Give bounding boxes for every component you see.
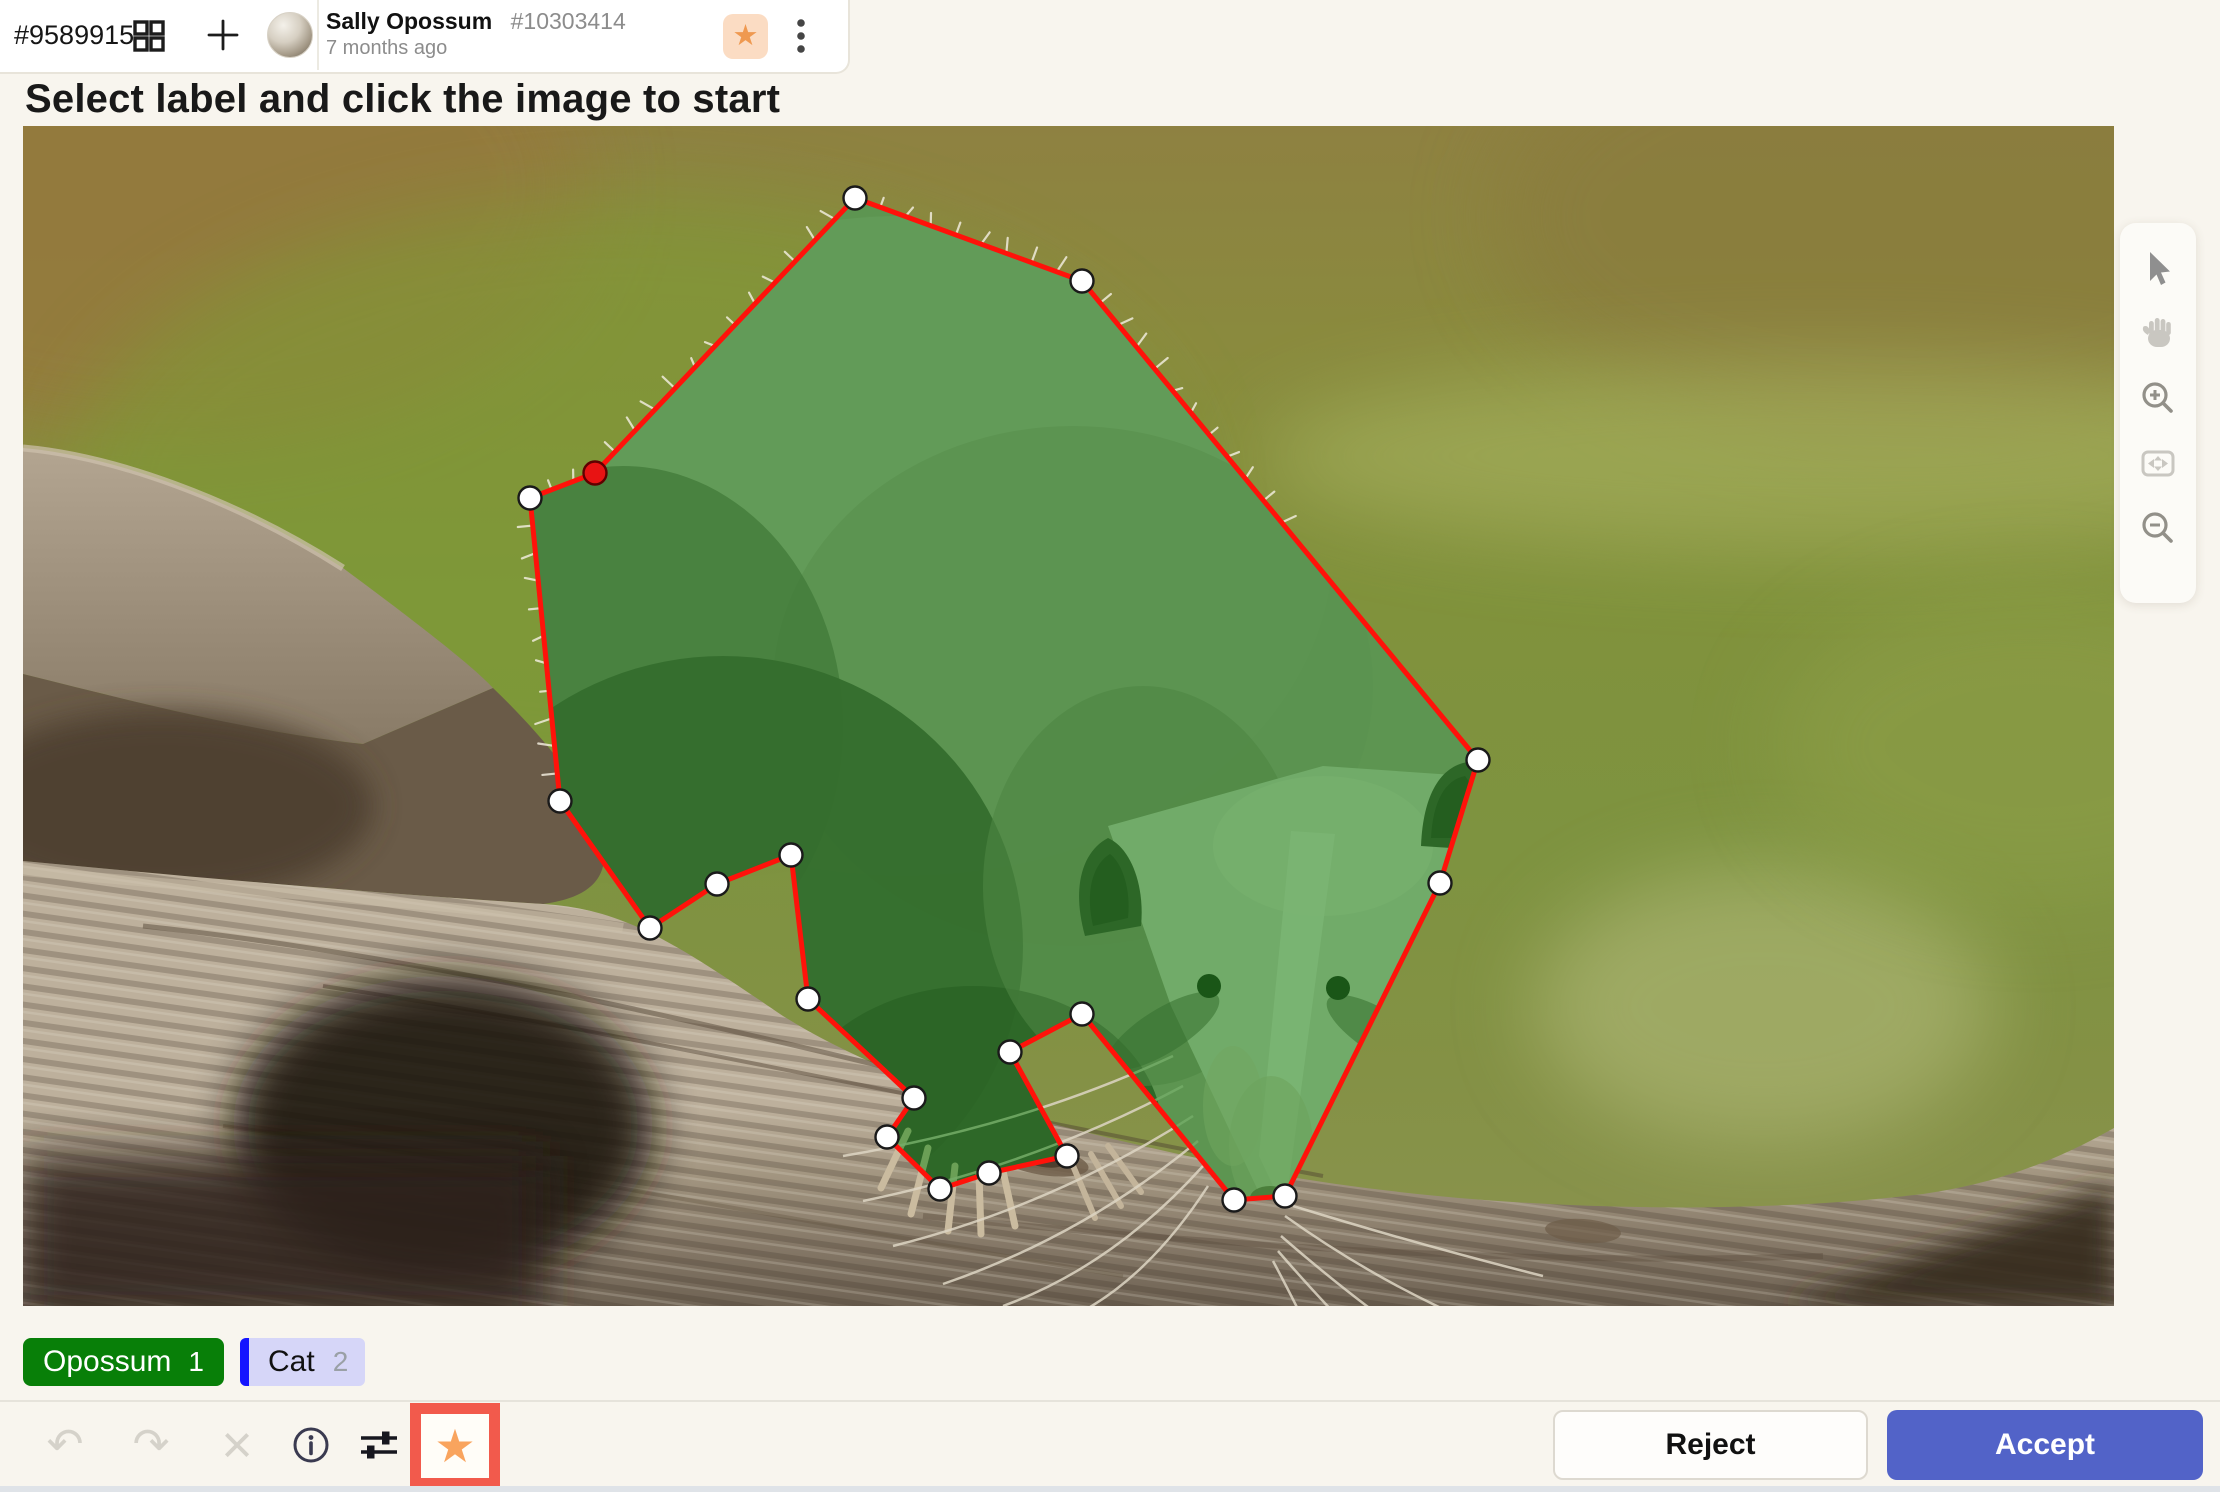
ground-truth-star-badge[interactable]: ★ — [723, 14, 768, 59]
polygon-vertex[interactable] — [1274, 1185, 1297, 1208]
polygon-vertex[interactable] — [1429, 872, 1452, 895]
label-chip-opossum[interactable]: Opossum 1 — [23, 1338, 224, 1386]
polygon-vertex[interactable] — [999, 1041, 1022, 1064]
zoom-in-icon — [2139, 379, 2177, 417]
pan-tool-button[interactable] — [2130, 305, 2186, 361]
redo-button[interactable]: ↷ — [128, 1402, 174, 1488]
pan-hand-icon — [2139, 314, 2177, 352]
annotation-app: Select label and click the image to star… — [0, 0, 2220, 1492]
polygon-vertex[interactable] — [978, 1162, 1001, 1185]
reject-button[interactable]: Reject — [1553, 1410, 1868, 1480]
polygon-vertex-selected[interactable] — [584, 462, 607, 485]
zoom-out-icon — [2139, 509, 2177, 547]
polygon-vertex[interactable] — [1467, 749, 1490, 772]
canvas-tool-panel — [2120, 223, 2196, 603]
star-icon: ★ — [434, 1423, 475, 1469]
label-name: Opossum — [43, 1345, 171, 1379]
window-bottom-edge — [0, 1486, 2220, 1492]
close-icon: × — [221, 1418, 253, 1472]
zoom-out-button[interactable] — [2130, 500, 2186, 556]
polygon-vertex[interactable] — [706, 873, 729, 896]
polygon-vertex[interactable] — [549, 790, 572, 813]
label-color-stripe — [240, 1338, 249, 1386]
kebab-menu-icon[interactable] — [795, 17, 807, 55]
top-bar: #9589915 Sally Opossum #10303414 7 month… — [0, 0, 850, 74]
polygon-vertex[interactable] — [1071, 1003, 1094, 1026]
grid-view-icon[interactable] — [132, 19, 166, 53]
annotation-id: #10303414 — [511, 8, 626, 34]
info-icon — [291, 1425, 331, 1465]
undo-icon: ↶ — [47, 1423, 84, 1467]
polygon-vertex[interactable] — [797, 988, 820, 1011]
redo-icon: ↷ — [133, 1423, 170, 1467]
polygon-vertex[interactable] — [639, 917, 662, 940]
label-hotkey: 1 — [188, 1346, 204, 1378]
zoom-in-button[interactable] — [2130, 370, 2186, 426]
header-divider — [317, 0, 319, 70]
label-chip-cat[interactable]: Cat 2 — [240, 1338, 365, 1386]
bottom-toolbar: ↶ ↷ × ★ Reject Accept — [0, 1400, 2220, 1488]
polygon-vertex[interactable] — [519, 487, 542, 510]
fit-screen-button[interactable] — [2130, 435, 2186, 491]
settings-button[interactable] — [356, 1402, 402, 1488]
instruction-heading: Select label and click the image to star… — [25, 77, 780, 122]
accept-button[interactable]: Accept — [1887, 1410, 2203, 1480]
label-name: Cat — [268, 1345, 315, 1379]
annotator-avatar[interactable] — [267, 12, 313, 58]
polygon-vertex[interactable] — [1056, 1145, 1079, 1168]
settings-sliders-icon — [359, 1425, 399, 1465]
undo-button[interactable]: ↶ — [42, 1402, 88, 1488]
annotator-name: Sally Opossum — [326, 8, 492, 34]
fit-screen-icon — [2139, 444, 2177, 482]
polygon-vertex[interactable] — [1071, 270, 1094, 293]
polygon-vertex[interactable] — [903, 1087, 926, 1110]
remove-annotation-button[interactable]: × — [214, 1402, 260, 1488]
star-icon: ★ — [733, 22, 759, 51]
task-id: #9589915 — [14, 20, 134, 51]
polygon-vertex[interactable] — [876, 1126, 899, 1149]
cursor-tool-button[interactable] — [2130, 240, 2186, 296]
annotation-canvas[interactable] — [23, 126, 2114, 1306]
label-hotkey: 2 — [333, 1346, 349, 1378]
polygon-vertex[interactable] — [929, 1178, 952, 1201]
polygon-vertex[interactable] — [1223, 1189, 1246, 1212]
info-button[interactable] — [288, 1402, 334, 1488]
cursor-icon — [2139, 249, 2177, 287]
polygon-vertex[interactable] — [780, 844, 803, 867]
annotation-time: 7 months ago — [326, 37, 626, 60]
ground-truth-star-button-highlighted[interactable]: ★ — [410, 1403, 500, 1489]
add-annotation-icon[interactable] — [206, 18, 240, 52]
polygon-vertex[interactable] — [844, 187, 867, 210]
